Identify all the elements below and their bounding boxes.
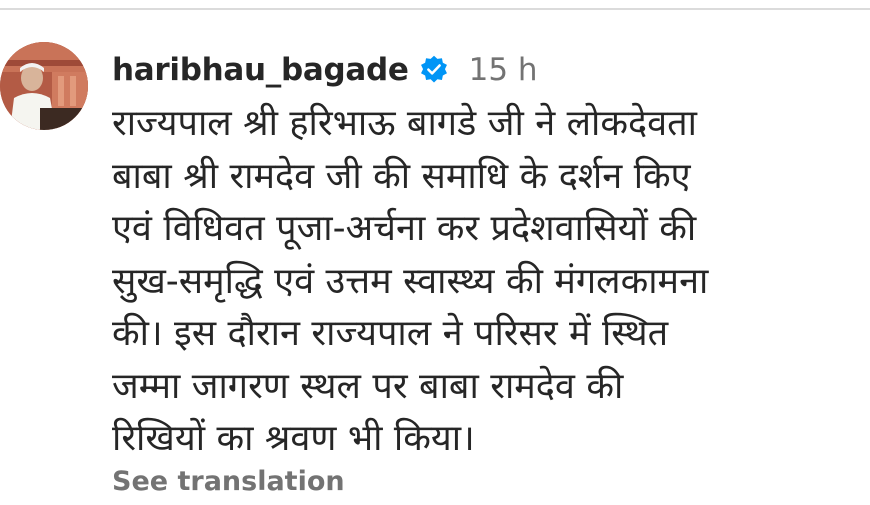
caption-line: राज्यपाल श्री हरिभाऊ बागडे जी ने लोकदेवत…: [112, 103, 698, 144]
username-link[interactable]: haribhau_bagade: [112, 52, 409, 88]
caption-line: जम्मा जागरण स्थल पर बाबा रामदेव की: [112, 365, 624, 407]
post-header: haribhau_bagade 15 h: [112, 48, 538, 92]
post-caption: haribhau_bagade 15 h राज्यपाल श्री हरिभा…: [0, 0, 870, 505]
caption-line: सुख-समृद्धि एवं उत्तम स्वास्थ्य की मंगलक…: [112, 260, 709, 302]
verified-badge-icon: [419, 55, 449, 85]
avatar[interactable]: [0, 42, 88, 130]
caption-line: की। इस दौरान राज्यपाल ने परिसर में स्थित: [112, 313, 669, 354]
caption-text: राज्यपाल श्री हरिभाऊ बागडे जी ने लोकदेवत…: [112, 98, 862, 466]
caption-line: एवं विधिवत पूजा-अर्चना कर प्रदेशवासियों …: [112, 208, 697, 249]
caption-line: बाबा श्री रामदेव जी की समाधि के दर्शन कि…: [112, 155, 691, 197]
see-translation-button[interactable]: See translation: [112, 466, 345, 497]
caption-line: रिखियों का श्रवण भी किया।: [112, 418, 475, 459]
post-timestamp[interactable]: 15 h: [469, 52, 538, 88]
avatar-image: [0, 42, 88, 130]
